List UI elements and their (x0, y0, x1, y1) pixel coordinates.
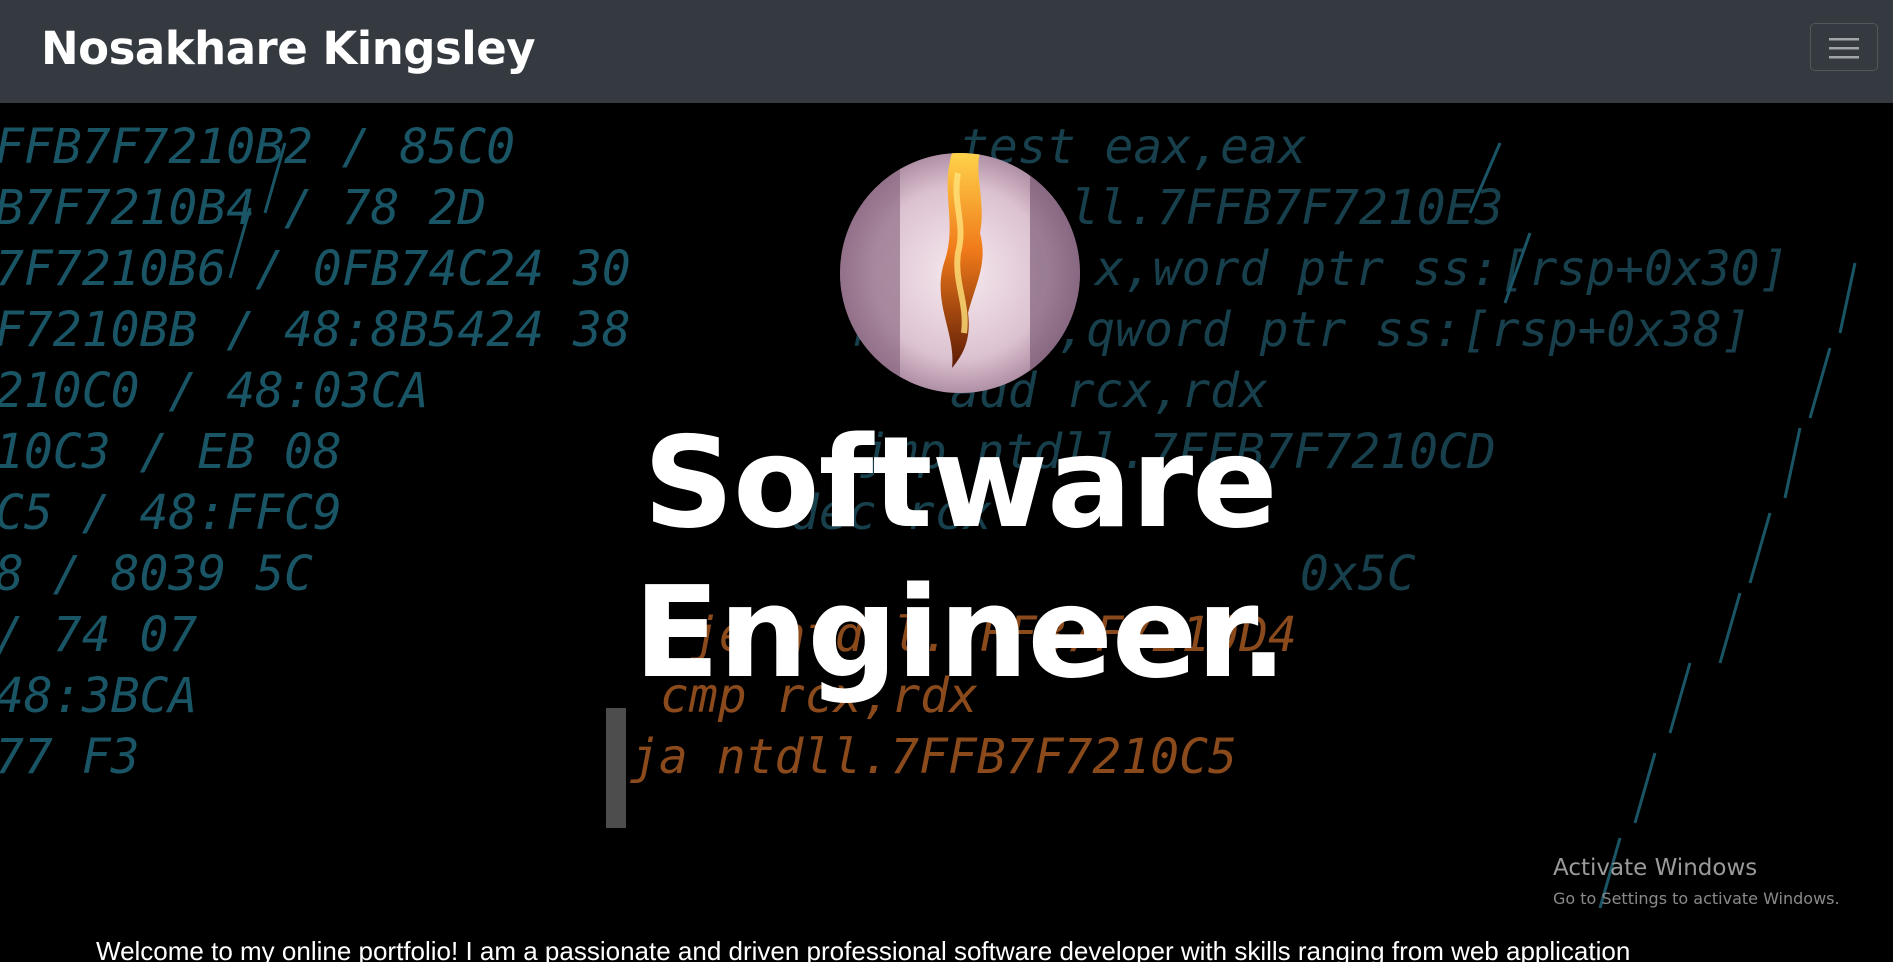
navbar: Nosakhare Kingsley (0, 0, 1893, 103)
typing-cursor (606, 708, 626, 828)
avatar (840, 153, 1080, 393)
code-line-left: F7210BB / 48:8B5424 38 (0, 302, 631, 358)
flame-photo-icon (840, 153, 1080, 393)
hamburger-menu-icon (1829, 38, 1859, 59)
code-line-right: x,word ptr ss:[rsp+0x30] (1093, 241, 1789, 297)
code-line-left: 48:3BCA (0, 668, 197, 724)
headline-line-2-text: Engineer. (633, 559, 1288, 706)
headline-line-2: Engineer. (600, 558, 1320, 828)
code-line-right: ll.7FFB7F7210E3 (1070, 180, 1503, 236)
watermark-title: Activate Windows (1553, 855, 1758, 881)
code-line-left: 7F7210B6 / 0FB74C24 30 (0, 241, 631, 297)
headline-line-1: Software (643, 409, 1277, 556)
code-line-left: 10C3 / EB 08 (0, 424, 342, 480)
hero-section: FFB7F7210B2 / 85C0 B7F7210B4 / 78 2D 7F721… (0, 103, 1893, 962)
brand-link[interactable]: Nosakhare Kingsley (41, 22, 536, 75)
watermark-subtitle: Go to Settings to activate Windows. (1553, 889, 1840, 908)
navbar-toggler-button[interactable] (1810, 23, 1878, 71)
code-line-left: FFB7F7210B2 / 85C0 (0, 119, 515, 175)
code-line-left: / 74 07 (0, 607, 197, 663)
code-line-left: 210C0 / 48:03CA (0, 363, 428, 419)
code-line-left: 77 F3 (0, 729, 140, 785)
intro-paragraph: Welcome to my online portfolio! I am a p… (96, 936, 1631, 962)
activate-windows-watermark: Activate Windows Go to Settings to activ… (1553, 855, 1840, 908)
hero-headline: Software Engineer. (600, 408, 1320, 828)
code-line-left: C5 / 48:FFC9 (0, 485, 342, 541)
code-line-left: 8 / 8039 5C (0, 546, 313, 602)
